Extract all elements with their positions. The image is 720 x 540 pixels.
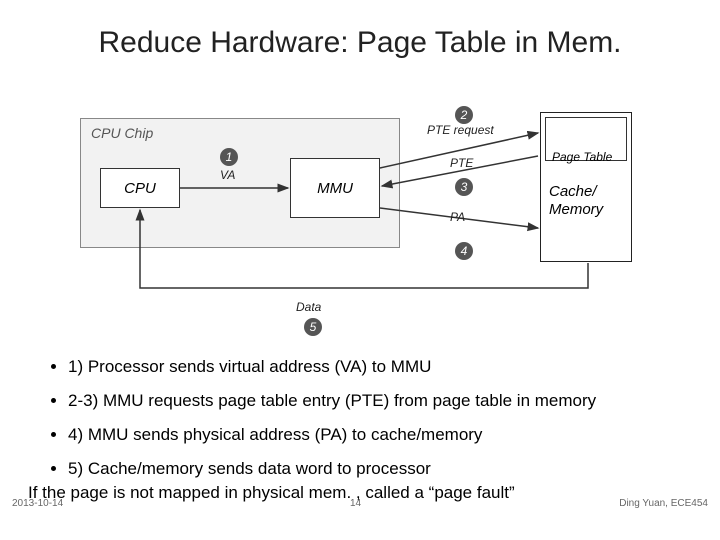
step-badge-1: 1 [220,148,238,166]
bullet-item: 4) MMU sends physical address (PA) to ca… [68,425,708,445]
step-badge-2: 2 [455,106,473,124]
page-table-box: Page Table [545,117,627,161]
diagram-area: CPU Chip CPU MMU Page Table Cache/ Memor… [80,108,640,328]
bullet-list: 1) Processor sends virtual address (VA) … [28,357,708,493]
pte-request-label: PTE request [427,123,494,137]
footer-page: 14 [350,498,361,509]
mmu-box: MMU [290,158,380,218]
step-badge-5: 5 [304,318,322,336]
cpu-chip-label: CPU Chip [91,125,153,141]
cpu-box: CPU [100,168,180,208]
data-label: Data [296,300,321,314]
pa-label: PA [450,210,465,224]
step-badge-4: 4 [455,242,473,260]
bullet-item: 5) Cache/memory sends data word to proce… [68,459,708,479]
pte-label: PTE [450,156,473,170]
page-table-label: Page Table [552,150,612,164]
slide-title: Reduce Hardware: Page Table in Mem. [0,26,720,60]
footer-date: 2013-10-14 [12,498,63,509]
step-badge-3: 3 [455,178,473,196]
bullet-item: 1) Processor sends virtual address (VA) … [68,357,708,377]
memory-label: Cache/ Memory [549,183,603,219]
footnote: If the page is not mapped in physical me… [28,482,708,504]
memory-box: Page Table Cache/ Memory [540,112,632,262]
va-label: VA [220,168,235,182]
bullet-item: 2-3) MMU requests page table entry (PTE)… [68,391,708,411]
footer-author: Ding Yuan, ECE454 [619,498,708,509]
